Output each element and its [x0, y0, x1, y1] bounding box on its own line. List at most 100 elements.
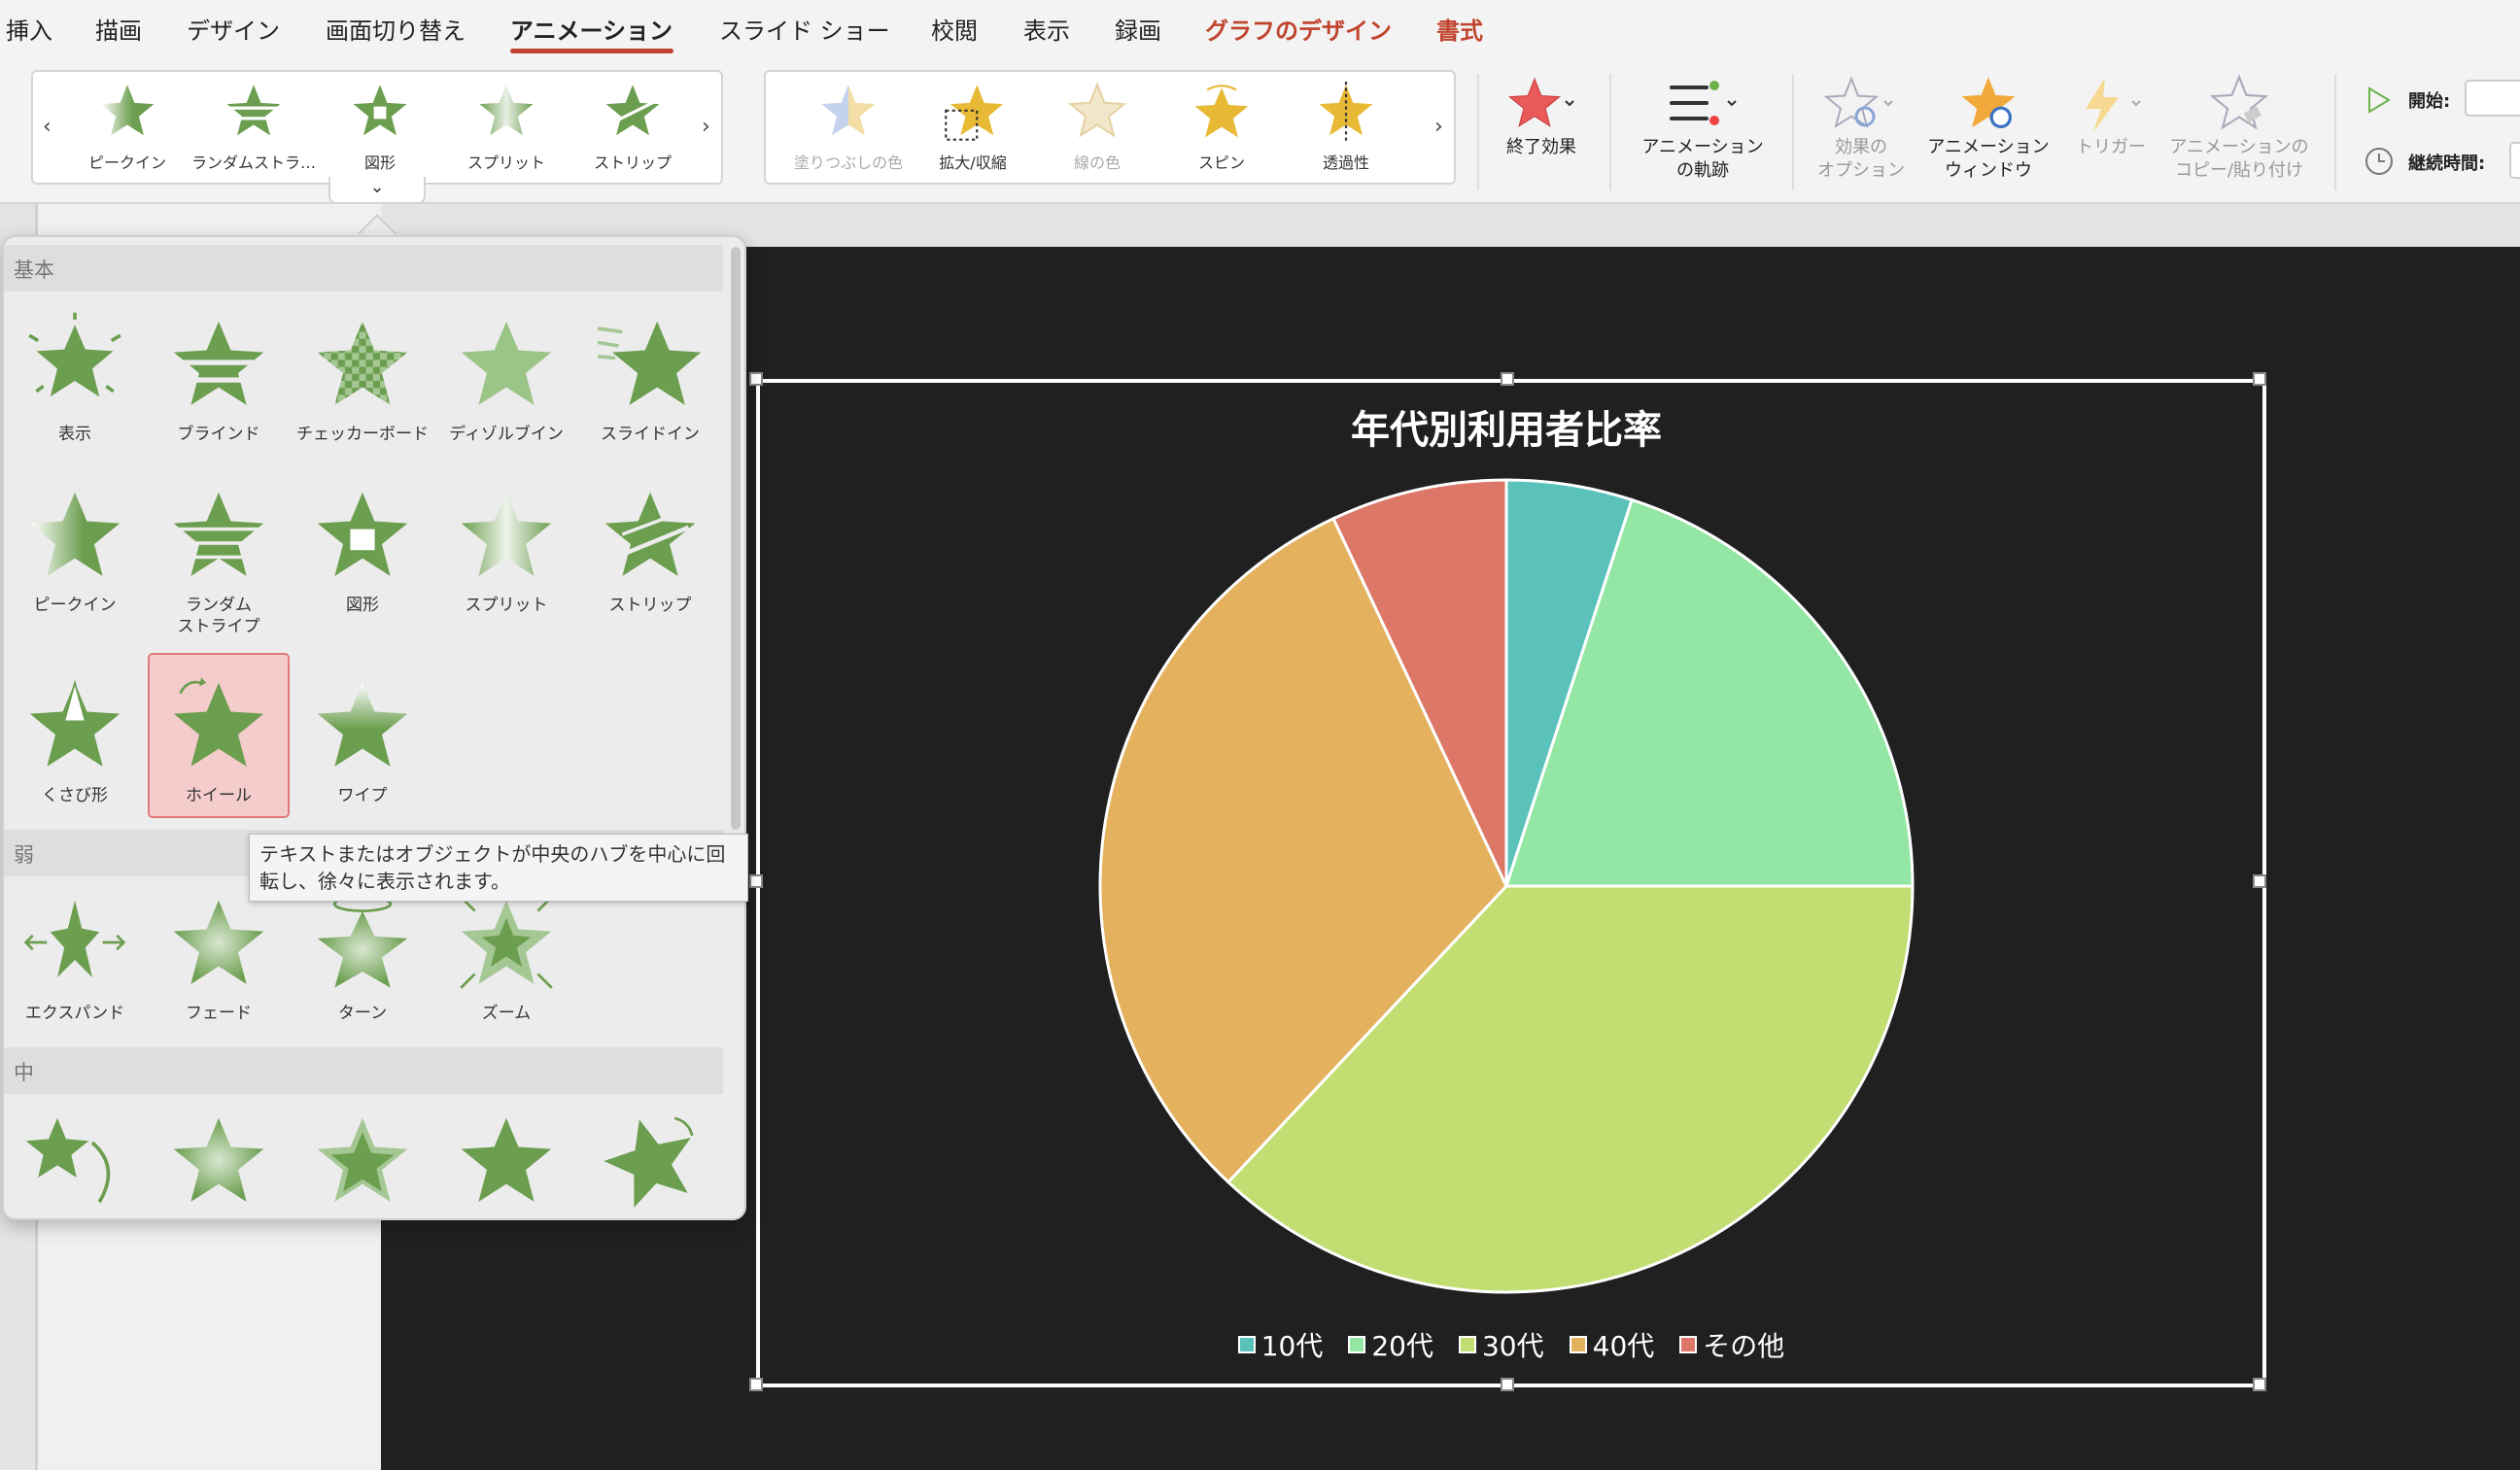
gallery-item-spin[interactable]: スピン — [1158, 82, 1285, 173]
tab-record[interactable]: 録画 — [1115, 12, 1161, 46]
tab-format[interactable]: 書式 — [1436, 12, 1483, 46]
effect-label-fly-in: スライドイン — [601, 425, 700, 444]
effect-peek-in[interactable]: ピークイン — [4, 472, 146, 637]
exit-effect-button[interactable]: 終了効果 — [1493, 74, 1590, 159]
gallery-item-transparency[interactable]: 透過性 — [1283, 82, 1409, 173]
gallery-label-shape: 図形 — [363, 154, 396, 172]
effect-dissolve-in[interactable]: ディゾルブイン — [435, 301, 577, 466]
effect-label-strips: ストリップ — [608, 596, 692, 615]
pie-chart[interactable] — [1098, 478, 1915, 1294]
random-bars-star-icon — [223, 85, 285, 136]
gallery-item-grow-shrink[interactable]: 拡大/収縮 — [910, 82, 1036, 173]
gallery-item-peek-in[interactable]: ピークイン — [64, 82, 190, 173]
trigger-button[interactable]: トリガー — [2064, 74, 2158, 159]
tab-draw[interactable]: 描画 — [95, 12, 142, 46]
effect-moderate-1[interactable] — [4, 1098, 146, 1218]
tab-insert[interactable]: 挿入 — [6, 12, 52, 46]
gallery-label-line-color: 線の色 — [1073, 154, 1121, 172]
effect-label-appear: 表示 — [58, 425, 91, 444]
effect-split[interactable]: スプリット — [435, 472, 577, 637]
effect-random-bars[interactable]: ランダム ストライプ — [148, 472, 290, 637]
strips-star-icon — [605, 85, 660, 136]
motion-path-icon — [1670, 81, 1737, 125]
effect-blinds[interactable]: ブラインド — [148, 301, 290, 466]
effect-turn[interactable]: ターン — [292, 880, 433, 1045]
effect-moderate-3[interactable] — [292, 1098, 433, 1218]
gallery-label-strips: ストリップ — [593, 154, 672, 172]
resize-handle[interactable] — [749, 1378, 763, 1391]
tab-animations[interactable]: アニメーション — [510, 12, 673, 46]
animation-pane-button[interactable]: アニメーション ウィンドウ — [1920, 74, 2056, 183]
gallery-expand-button[interactable]: ⌄ — [328, 177, 426, 204]
tab-design[interactable]: デザイン — [187, 12, 280, 46]
gallery-item-split[interactable]: スプリット — [443, 82, 570, 173]
gallery-item-strips[interactable]: ストリップ — [570, 82, 696, 173]
effect-moderate-4[interactable] — [435, 1098, 577, 1218]
animation-painter-button[interactable]: アニメーションの コピー/貼り付け — [2161, 74, 2317, 183]
wheel-star-icon — [173, 677, 264, 767]
tab-slideshow[interactable]: スライド ショー — [719, 12, 890, 46]
zoom-star-icon — [460, 896, 553, 989]
effect-label-blinds: ブラインド — [177, 425, 260, 444]
effect-label-zoom: ズーム — [481, 1004, 532, 1023]
effect-shape[interactable]: 図形 — [292, 472, 433, 637]
gallery-item-fill-color[interactable]: 塗りつぶしの色 — [785, 82, 912, 173]
effect-zoom[interactable]: ズーム — [435, 880, 577, 1045]
effect-tooltip: テキストまたはオブジェクトが中央のハブを中心に回転し、徐々に表示されます。 — [249, 834, 748, 902]
stretch-star-icon — [461, 1117, 552, 1202]
effect-appear[interactable]: 表示 — [4, 301, 146, 466]
effect-expand[interactable]: エクスパンド — [4, 880, 146, 1045]
gallery-prev-icon[interactable]: ‹ — [43, 115, 52, 139]
swivel-star-icon — [604, 1116, 694, 1208]
legend-swatch — [1679, 1336, 1698, 1353]
effect-checkerboard[interactable]: チェッカーボード — [292, 301, 433, 466]
spinner-star-icon — [317, 1117, 408, 1202]
gallery-next-icon[interactable]: › — [702, 115, 710, 139]
effect-label-wheel: ホイール — [186, 786, 252, 805]
resize-handle[interactable] — [2253, 372, 2266, 386]
tab-view[interactable]: 表示 — [1023, 12, 1070, 46]
start-select[interactable] — [2465, 80, 2520, 117]
effect-label-expand: エクスパンド — [24, 1004, 125, 1023]
chart-legend[interactable]: 10代 20代 30代 40代 その他 — [1234, 1325, 1788, 1364]
grow-shrink-star-icon — [945, 85, 1003, 141]
resize-handle[interactable] — [1501, 1378, 1514, 1391]
legend-item-0[interactable]: 10代 — [1237, 1325, 1324, 1364]
resize-handle[interactable] — [749, 372, 763, 386]
shape-star-icon — [353, 85, 407, 136]
effect-wipe[interactable]: ワイプ — [292, 663, 433, 828]
clock-icon — [2365, 148, 2393, 175]
legend-item-4[interactable]: その他 — [1679, 1325, 1784, 1364]
gallery-item-shape[interactable]: 図形 — [317, 82, 443, 173]
effect-moderate-2[interactable] — [148, 1098, 290, 1218]
gallery-item-random-bars[interactable]: ランダムストラ… — [190, 82, 317, 173]
chart-title[interactable]: 年代別利用者比率 — [1118, 398, 1895, 455]
effect-fly-in[interactable]: スライドイン — [579, 301, 721, 466]
effect-fade[interactable]: フェード — [148, 880, 290, 1045]
resize-handle[interactable] — [1501, 372, 1514, 386]
tab-transitions[interactable]: 画面切り替え — [326, 12, 466, 46]
legend-item-2[interactable]: 30代 — [1458, 1325, 1544, 1364]
resize-handle[interactable] — [2253, 1378, 2266, 1391]
effect-options-button[interactable]: 効果の オプション — [1808, 74, 1915, 183]
panel-scrollbar[interactable] — [731, 247, 741, 830]
effect-wheel[interactable]: ホイール — [148, 653, 290, 818]
legend-swatch — [1348, 1336, 1366, 1353]
gallery-item-line-color[interactable]: 線の色 — [1034, 82, 1160, 173]
effect-moderate-5[interactable] — [579, 1098, 721, 1218]
legend-item-1[interactable]: 20代 — [1348, 1325, 1433, 1364]
ribbon-separator — [1609, 74, 1611, 190]
wedge-star-icon — [29, 679, 121, 767]
duration-field[interactable] — [2509, 142, 2520, 179]
resize-handle[interactable] — [749, 874, 763, 888]
effect-strips[interactable]: ストリップ — [579, 472, 721, 637]
legend-label: 10代 — [1260, 1330, 1324, 1362]
effect-wedge[interactable]: くさび形 — [4, 663, 146, 828]
resize-handle[interactable] — [2253, 874, 2266, 888]
tab-chart-design[interactable]: グラフのデザイン — [1205, 12, 1392, 46]
motion-path-button[interactable]: アニメーション の軌跡 — [1625, 74, 1780, 183]
play-icon — [2368, 86, 2391, 114]
gallery-next-icon[interactable]: › — [1434, 115, 1443, 139]
tab-review[interactable]: 校閲 — [931, 12, 978, 46]
legend-item-3[interactable]: 40代 — [1569, 1325, 1654, 1364]
